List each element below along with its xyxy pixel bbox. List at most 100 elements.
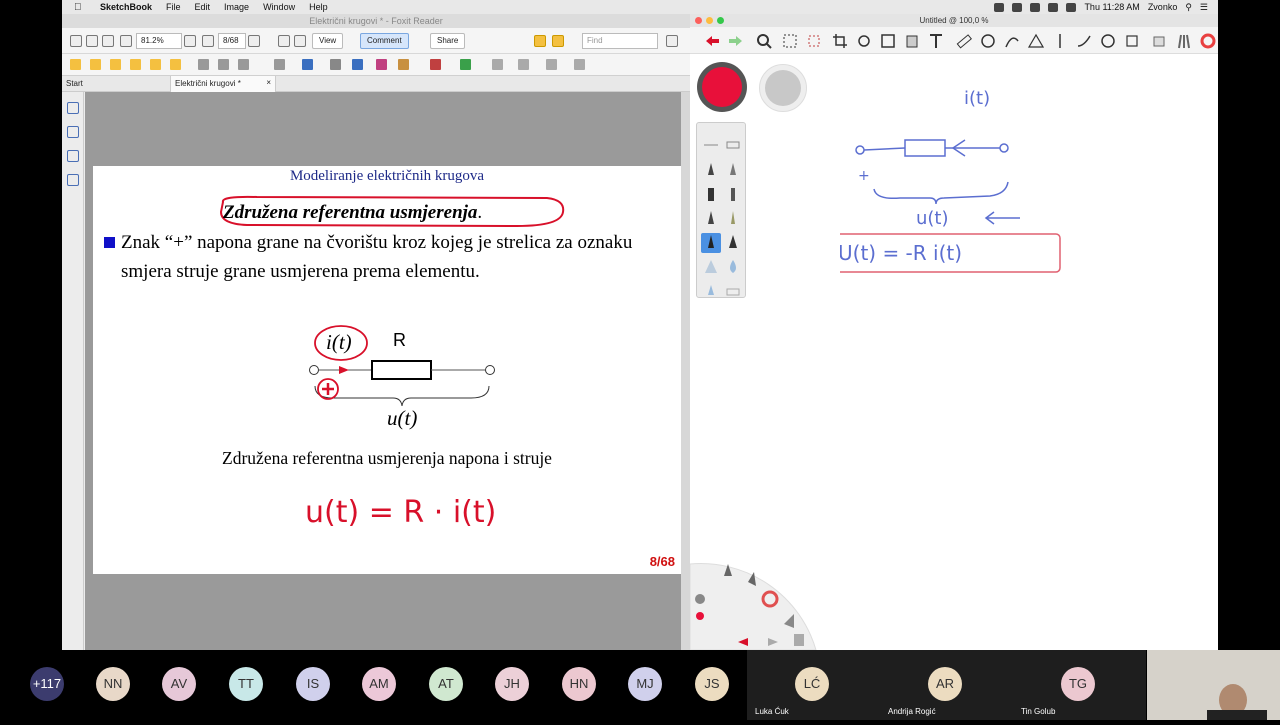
selection-icon[interactable] — [782, 33, 798, 49]
comment-tab-button[interactable]: Comment — [360, 33, 409, 49]
participant-avatar[interactable]: TT — [229, 667, 263, 701]
menu-help[interactable]: Help — [309, 2, 328, 12]
ruler-icon[interactable] — [956, 33, 972, 49]
spotlight-icon[interactable]: ⚲ — [1185, 2, 1192, 13]
line-style-icon[interactable] — [518, 59, 529, 70]
single-page-icon[interactable] — [278, 35, 290, 47]
settings-icon[interactable] — [666, 35, 678, 47]
participant-avatar[interactable]: IS — [296, 667, 330, 701]
eraser-icon[interactable] — [376, 59, 387, 70]
participant-avatar[interactable]: JS — [695, 667, 729, 701]
marker-brush-icon[interactable] — [701, 185, 721, 205]
calligraphy-brush-icon[interactable] — [723, 209, 743, 229]
zoom-level-select[interactable]: 81.2% — [136, 33, 182, 49]
participant-tile[interactable]: TG Tin Golub — [1013, 650, 1146, 720]
tab-close-icon[interactable]: × — [266, 78, 271, 87]
battery-icon[interactable] — [1066, 2, 1077, 12]
continuous-page-icon[interactable] — [294, 35, 306, 47]
crop-icon[interactable] — [832, 33, 848, 49]
volume-icon[interactable] — [1048, 2, 1059, 12]
crown-icon[interactable] — [534, 35, 546, 47]
zoom-icon[interactable] — [756, 33, 772, 49]
select-icon[interactable] — [302, 59, 313, 70]
distort-icon[interactable] — [880, 33, 896, 49]
find-input[interactable]: Find — [582, 33, 658, 49]
next-page-icon[interactable] — [248, 35, 260, 47]
ellipse-guide-icon[interactable] — [980, 33, 996, 49]
eraser-brush-icon[interactable] — [723, 279, 743, 299]
transform-icon[interactable] — [856, 33, 872, 49]
copy-icon[interactable] — [1124, 33, 1140, 49]
document-scrollbar[interactable] — [681, 92, 690, 650]
callout-icon[interactable] — [218, 59, 229, 70]
color-wheel-icon[interactable] — [1200, 33, 1216, 49]
attach-icon[interactable] — [430, 59, 441, 70]
page-fit-icon[interactable] — [102, 35, 114, 47]
hand-tool-icon[interactable] — [70, 35, 82, 47]
zoom-out-icon[interactable] — [120, 35, 132, 47]
participant-tile[interactable]: LĆ Luka Ćuk — [747, 650, 880, 720]
menu-app-name[interactable]: SketchBook — [100, 2, 152, 12]
brush-library-icon[interactable] — [1176, 33, 1192, 49]
menubar-clock[interactable]: Thu 11:28 AM — [1084, 2, 1139, 12]
pencil-icon[interactable] — [330, 59, 341, 70]
airbrush-icon[interactable] — [723, 233, 743, 253]
perspective-icon[interactable] — [1028, 33, 1044, 49]
circle-shape-icon[interactable] — [1100, 33, 1116, 49]
text-tool-icon[interactable] — [928, 33, 944, 49]
inking-brush-icon[interactable] — [701, 209, 721, 229]
participant-avatar[interactable]: AV — [162, 667, 196, 701]
menu-image[interactable]: Image — [224, 2, 249, 12]
underline-text-icon[interactable] — [110, 59, 121, 70]
print-icon[interactable] — [86, 35, 98, 47]
participant-tile[interactable]: AR Andrija Rogić — [880, 650, 1013, 720]
menu-edit[interactable]: Edit — [195, 2, 211, 12]
layers-icon[interactable] — [1152, 33, 1168, 49]
smear-brush-icon[interactable] — [701, 257, 721, 277]
ballpoint-brush-icon[interactable] — [723, 161, 743, 181]
felt-brush-icon[interactable] — [723, 185, 743, 205]
measure-icon[interactable] — [460, 59, 471, 70]
participant-avatar[interactable]: MJ — [628, 667, 662, 701]
self-video-tile[interactable] — [1147, 650, 1280, 722]
pen-icon[interactable] — [352, 59, 363, 70]
participant-avatar[interactable]: AT — [429, 667, 463, 701]
more-participants-avatar[interactable]: +117 — [30, 667, 64, 701]
notification-center-icon[interactable]: ☰ — [1200, 2, 1208, 13]
page-number-field[interactable]: 8/68 — [218, 33, 246, 49]
lagoon-menu[interactable] — [690, 554, 820, 650]
participant-avatar[interactable]: HN — [562, 667, 596, 701]
participant-avatar[interactable]: NN — [96, 667, 130, 701]
tab-document[interactable]: Električni krugovi * × — [170, 76, 276, 92]
menubar-user[interactable]: Zvonko — [1148, 2, 1178, 12]
zoom-in-icon[interactable] — [184, 35, 196, 47]
tab-start[interactable]: Start — [66, 79, 83, 88]
prev-page-icon[interactable] — [202, 35, 214, 47]
blur-brush-icon[interactable] — [701, 279, 721, 299]
participant-avatar[interactable]: AM — [362, 667, 396, 701]
close-window-icon[interactable] — [695, 17, 702, 24]
stamp-icon[interactable] — [398, 59, 409, 70]
share-tab-button[interactable]: Share — [430, 33, 466, 49]
document-viewport[interactable]: Modeliranje električnih krugova Združena… — [85, 92, 690, 650]
text-tool-icon[interactable] — [552, 35, 564, 47]
stroke-icon[interactable] — [1076, 33, 1092, 49]
apple-menu-icon[interactable]:  — [74, 2, 86, 13]
brush-settings-icon[interactable] — [701, 135, 721, 155]
dropbox-icon[interactable] — [994, 2, 1005, 12]
zoom-icon[interactable] — [1012, 2, 1023, 12]
lasso-icon[interactable] — [806, 33, 822, 49]
pin-icon[interactable] — [492, 59, 503, 70]
font-icon[interactable] — [574, 59, 585, 70]
water-brush-icon[interactable] — [723, 257, 743, 277]
menu-window[interactable]: Window — [263, 2, 295, 12]
brush-library-toggle-icon[interactable] — [723, 135, 743, 155]
menu-file[interactable]: File — [166, 2, 181, 12]
participant-avatar[interactable]: JH — [495, 667, 529, 701]
undo-icon[interactable] — [704, 33, 720, 49]
replace-text-icon[interactable] — [170, 59, 181, 70]
symmetry-icon[interactable] — [1052, 33, 1068, 49]
french-curve-icon[interactable] — [1004, 33, 1020, 49]
comments-icon[interactable] — [67, 174, 79, 186]
note-icon[interactable] — [238, 59, 249, 70]
